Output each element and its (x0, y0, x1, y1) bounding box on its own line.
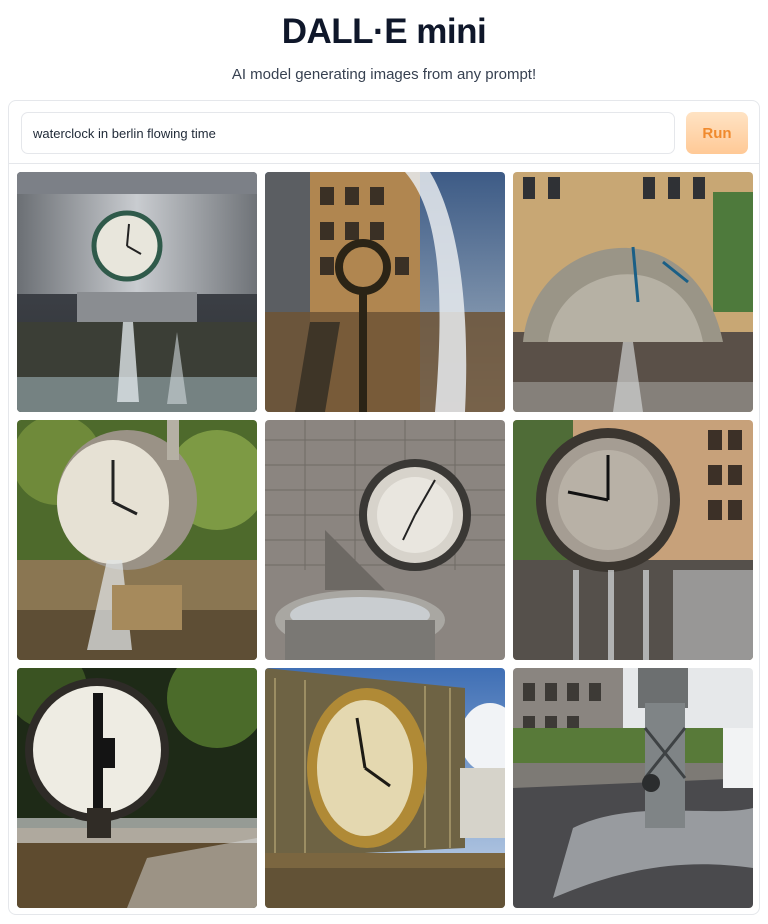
page-subtitle: AI model generating images from any prom… (231, 66, 537, 83)
generator-card: Run (8, 100, 760, 915)
generated-image-8[interactable] (265, 668, 505, 908)
generated-image-6-picture (513, 420, 753, 660)
generated-image-4-picture (17, 420, 257, 660)
prompt-bar: Run (9, 101, 759, 164)
generated-image-3[interactable] (513, 172, 753, 412)
generated-image-9[interactable] (513, 668, 753, 908)
prompt-input[interactable] (21, 112, 675, 154)
generated-image-4[interactable] (17, 420, 257, 660)
generated-image-7-picture (17, 668, 257, 908)
generated-image-7[interactable] (17, 668, 257, 908)
generated-image-2[interactable] (265, 172, 505, 412)
generated-image-5-picture (265, 420, 505, 660)
generated-image-9-picture (513, 668, 753, 908)
generated-image-3-picture (513, 172, 753, 412)
generated-image-1-picture (17, 172, 257, 412)
generated-image-5[interactable] (265, 420, 505, 660)
generated-image-8-picture (265, 668, 505, 908)
page-title: DALL·E mini (281, 12, 487, 51)
generated-image-6[interactable] (513, 420, 753, 660)
run-button[interactable]: Run (686, 112, 748, 154)
image-gallery (17, 172, 753, 908)
generated-image-2-picture (265, 172, 505, 412)
generated-image-1[interactable] (17, 172, 257, 412)
